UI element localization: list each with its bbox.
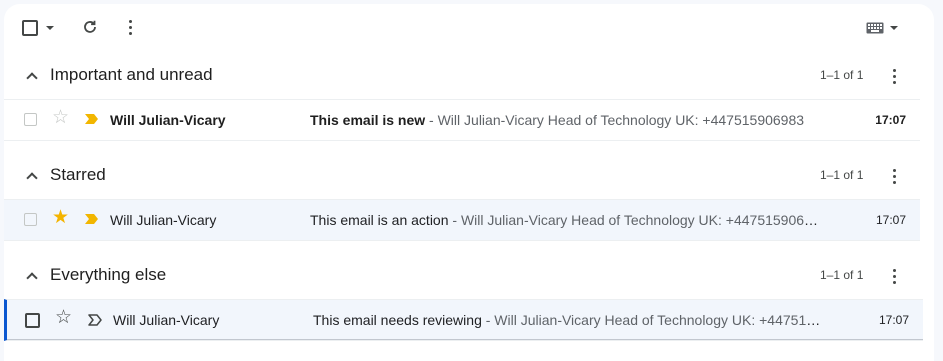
section-count: 1–1 of 1 bbox=[820, 268, 864, 282]
section-options-button[interactable] bbox=[889, 66, 899, 86]
row-checkbox[interactable] bbox=[24, 213, 37, 226]
input-tools-dropdown[interactable] bbox=[890, 26, 898, 30]
email-subject: This email needs reviewing bbox=[313, 312, 482, 328]
star-filled-icon[interactable]: ★ bbox=[52, 208, 69, 228]
section-header-starred[interactable]: Starred 1–1 of 1 bbox=[4, 151, 934, 201]
email-subject: This email is new bbox=[310, 112, 426, 128]
section-header-everything-else[interactable]: Everything else 1–1 of 1 bbox=[4, 251, 934, 301]
email-snippet: - Will Julian-Vicary Head of Technology … bbox=[481, 312, 825, 328]
section-options-button[interactable] bbox=[889, 166, 899, 186]
email-subject: This email is an action bbox=[310, 212, 449, 228]
important-marker-icon[interactable] bbox=[85, 214, 98, 224]
caret-down-icon bbox=[890, 26, 898, 30]
caret-down-icon bbox=[46, 26, 54, 30]
section-header-important[interactable]: Important and unread 1–1 of 1 bbox=[4, 51, 934, 101]
email-time: 17:07 bbox=[878, 313, 909, 327]
section-title: Starred bbox=[50, 165, 106, 184]
email-sender: Will Julian-Vicary bbox=[110, 112, 226, 128]
email-subject-line: This email is new - Will Julian-Vicary H… bbox=[310, 112, 822, 128]
email-row[interactable]: ☆ Will Julian-Vicary This email is new -… bbox=[4, 99, 920, 141]
inbox-toolbar bbox=[4, 4, 934, 52]
email-snippet: - Will Julian-Vicary Head of Technology … bbox=[448, 212, 822, 228]
section-count: 1–1 of 1 bbox=[820, 168, 864, 182]
chevron-up-icon bbox=[26, 72, 38, 84]
checkbox-icon bbox=[22, 20, 38, 36]
star-icon[interactable]: ☆ bbox=[52, 108, 69, 128]
email-snippet: - Will Julian-Vicary Head of Technology … bbox=[425, 112, 805, 128]
email-time: 17:07 bbox=[875, 113, 906, 127]
row-checkbox[interactable] bbox=[25, 313, 40, 328]
important-marker-icon[interactable] bbox=[85, 114, 98, 124]
more-button[interactable] bbox=[127, 18, 133, 36]
input-tools-button[interactable] bbox=[866, 22, 884, 34]
row-checkbox[interactable] bbox=[24, 113, 37, 126]
section-options-button[interactable] bbox=[889, 266, 899, 286]
email-subject-line: This email needs reviewing - Will Julian… bbox=[313, 312, 825, 328]
select-dropdown[interactable] bbox=[46, 26, 54, 30]
chevron-up-icon bbox=[26, 272, 38, 284]
refresh-button[interactable] bbox=[82, 19, 98, 35]
keyboard-icon bbox=[866, 22, 884, 34]
section-title: Everything else bbox=[50, 265, 167, 284]
refresh-icon bbox=[84, 20, 96, 33]
important-outline-icon[interactable] bbox=[88, 314, 102, 326]
email-sender: Will Julian-Vicary bbox=[110, 212, 217, 228]
inbox-panel: Important and unread 1–1 of 1 ☆ Will Jul… bbox=[4, 4, 934, 361]
section-title: Important and unread bbox=[50, 65, 213, 84]
email-sender: Will Julian-Vicary bbox=[113, 312, 220, 328]
email-row[interactable]: ★ Will Julian-Vicary This email is an ac… bbox=[4, 199, 920, 241]
chevron-up-icon bbox=[26, 172, 38, 184]
star-icon[interactable]: ☆ bbox=[55, 308, 72, 328]
email-time: 17:07 bbox=[875, 213, 906, 227]
select-all-checkbox[interactable] bbox=[22, 20, 38, 36]
email-subject-line: This email is an action - Will Julian-Vi… bbox=[310, 212, 822, 228]
section-count: 1–1 of 1 bbox=[820, 68, 864, 82]
email-row[interactable]: ☆ Will Julian-Vicary This email needs re… bbox=[4, 299, 923, 341]
